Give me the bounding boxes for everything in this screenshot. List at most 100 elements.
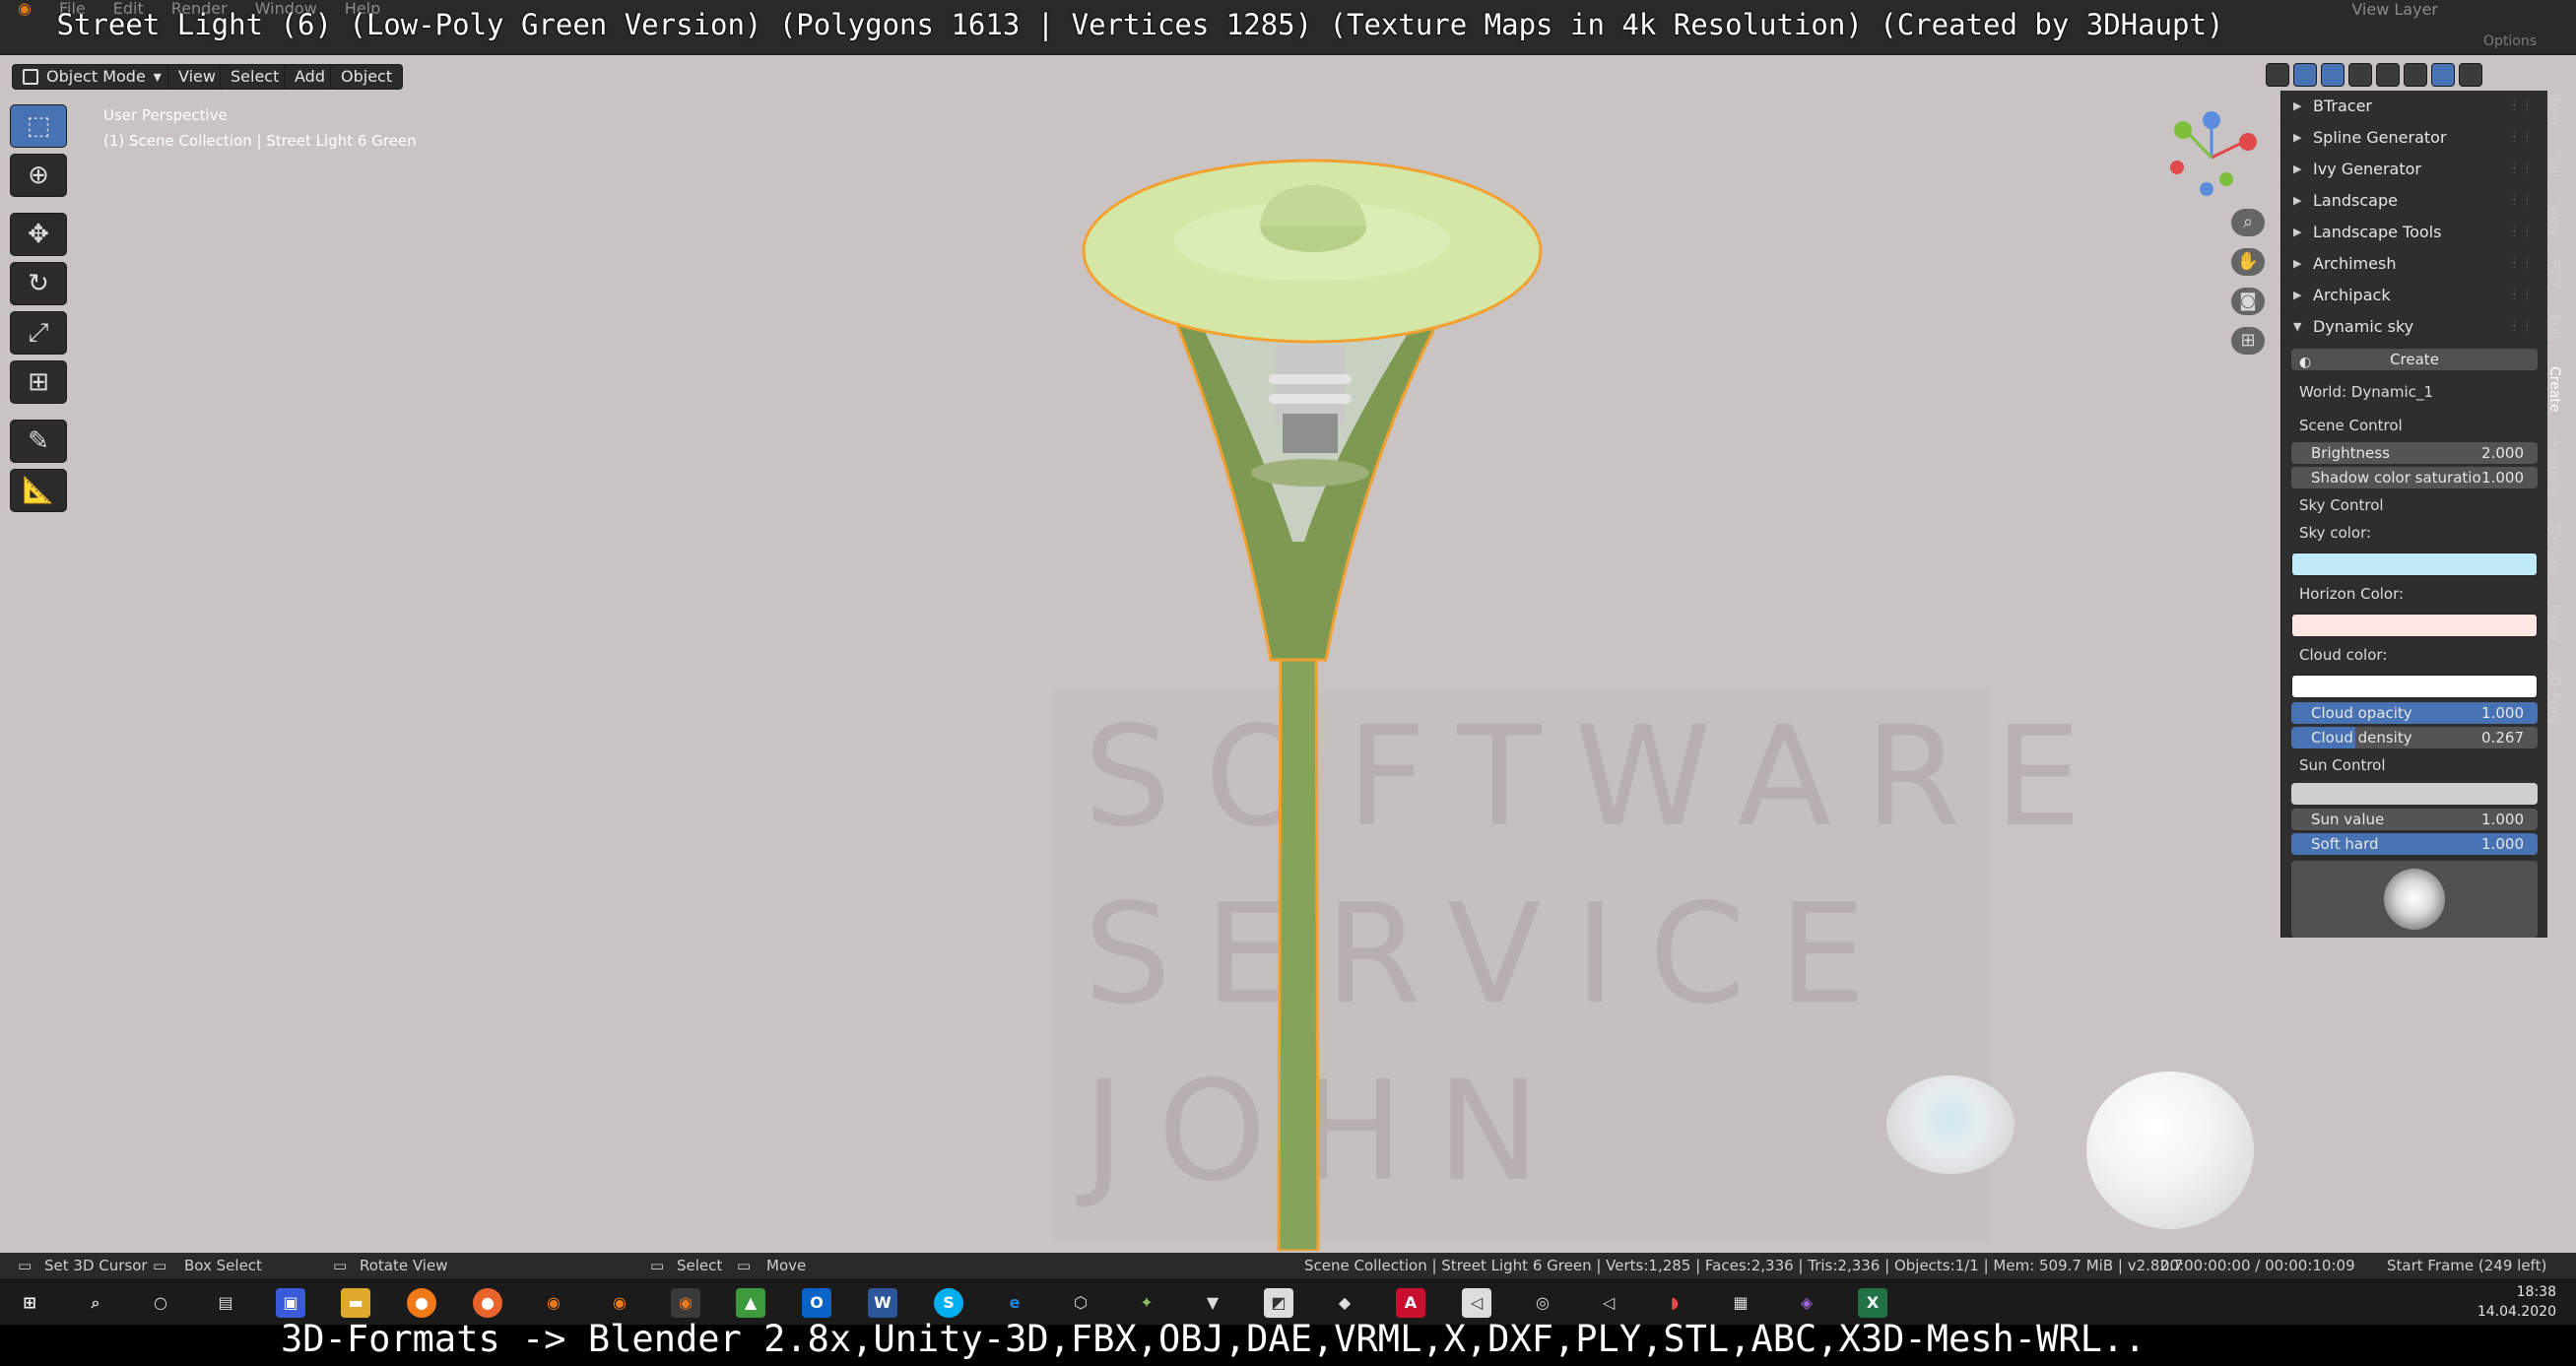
cortana-icon[interactable]: ○ [146,1288,175,1318]
options-dropdown[interactable]: Options [2483,33,2537,49]
wireframe-shading-icon[interactable] [2376,63,2400,87]
cloud-color-swatch[interactable] [2291,675,2538,698]
sun-color-bar[interactable] [2291,783,2538,805]
measure-tool-icon[interactable]: 📐 [10,469,67,512]
drag-handle-icon[interactable]: ⋮⋮ [2508,288,2534,302]
tab-edit[interactable]: Edit [2546,314,2562,341]
drag-handle-icon[interactable]: ⋮⋮ [2508,98,2534,113]
select-menu[interactable]: Select [220,64,291,90]
street-light-model[interactable] [1034,148,1586,1251]
overlay-toggle-icon[interactable] [2266,63,2289,87]
save-app-icon[interactable]: ▣ [276,1288,305,1318]
material-shading-icon[interactable] [2431,63,2455,87]
drag-handle-icon[interactable]: ⋮⋮ [2508,130,2534,145]
brightness-field[interactable]: Brightness 2.000 [2291,442,2538,464]
map-app-icon[interactable]: ◩ [1264,1288,1293,1318]
panel-archipack[interactable]: ▶ Archipack ⋮⋮ [2281,280,2547,311]
mouse-left-icon: ▭ [18,1257,33,1274]
visual-studio-icon[interactable]: ◁ [1594,1288,1623,1318]
navigation-gizmo[interactable] [2157,108,2266,207]
annotate-tool-icon[interactable]: ✎ [10,420,67,463]
edge-icon[interactable]: e [1000,1288,1029,1318]
sun-preview[interactable] [2291,861,2538,938]
image-app-icon[interactable]: ▲ [736,1288,765,1318]
cloud-opacity-slider[interactable]: Cloud opacity 1.000 [2291,702,2538,724]
panel-landscape[interactable]: ▶ Landscape ⋮⋮ [2281,185,2547,217]
blender-icon[interactable]: ◉ [539,1288,568,1318]
file-explorer-icon[interactable]: ▬ [341,1288,370,1318]
select-box-tool-icon[interactable]: ⬚ [10,104,67,148]
horizon-color-swatch[interactable] [2291,614,2538,637]
app-icon[interactable]: ✦ [1132,1288,1161,1318]
outlook-icon[interactable]: O [802,1288,831,1318]
skype-icon[interactable]: S [934,1288,963,1318]
tab-pdt[interactable]: PDT [2546,261,2562,289]
word-icon[interactable]: W [868,1288,897,1318]
object-mode-label: Object Mode [46,67,146,86]
panel-ivy-generator[interactable]: ▶ Ivy Generator ⋮⋮ [2281,154,2547,185]
task-view-icon[interactable]: ▤ [211,1288,240,1318]
view-menu[interactable]: View [167,64,227,90]
firefox-dev-icon[interactable]: ● [407,1288,436,1318]
cloud-density-slider[interactable]: Cloud density 0.267 [2291,727,2538,748]
panel-dynamic-sky[interactable]: ▼ Dynamic sky ⋮⋮ [2281,311,2547,343]
add-menu[interactable]: Add [284,64,336,90]
app-icon-2[interactable]: ◗ [1660,1288,1689,1318]
panel-landscape-tools[interactable]: ▶ Landscape Tools ⋮⋮ [2281,217,2547,248]
windows-start-icon[interactable]: ⊞ [15,1288,44,1318]
drag-handle-icon[interactable]: ⋮⋮ [2508,256,2534,271]
camera-icon[interactable]: ◙ [2231,288,2265,315]
zoom-icon[interactable]: ⌕ [2231,209,2265,236]
maps-icon[interactable]: ◈ [1792,1288,1821,1318]
drag-handle-icon[interactable]: ⋮⋮ [2508,225,2534,239]
tab-animate[interactable]: Animate [2546,438,2562,496]
gizmo-toggle-icon[interactable] [2293,63,2317,87]
tab-paper[interactable]: Paper [2546,604,2562,643]
system-clock[interactable]: 18:38 14.04.2020 [2477,1282,2556,1322]
tab-create[interactable]: Create [2546,366,2562,413]
excel-icon[interactable]: X [1858,1288,1887,1318]
blender-icon-2[interactable]: ◉ [605,1288,634,1318]
transform-tool-icon[interactable]: ⊞ [10,360,67,404]
panel-spline-generator[interactable]: ▶ Spline Generator ⋮⋮ [2281,122,2547,154]
cursor-tool-icon[interactable]: ⊕ [10,154,67,197]
panel-label: Archimesh [2313,254,2397,273]
drag-handle-icon[interactable]: ⋮⋮ [2508,319,2534,334]
grid-view-icon[interactable]: ⊞ [2231,327,2265,355]
create-button[interactable]: ◐ Create [2291,349,2538,370]
tab-tool[interactable]: Tool [2546,151,2562,177]
vectornator-icon[interactable]: ▼ [1198,1288,1227,1318]
rotate-tool-icon[interactable]: ↻ [10,262,67,305]
calculator-icon[interactable]: ▦ [1726,1288,1755,1318]
sky-color-swatch[interactable] [2291,553,2538,576]
xray-icon[interactable] [2348,63,2372,87]
scale-tool-icon[interactable]: ⤢ [10,311,67,355]
tab-view[interactable]: View [2546,203,2562,235]
object-mode-select[interactable]: Object Mode ▾ [12,64,172,90]
tab-3d-print[interactable]: 3D-Print [2546,668,2562,724]
drag-handle-icon[interactable]: ⋮⋮ [2508,193,2534,208]
solid-shading-icon[interactable] [2404,63,2427,87]
unity-icon[interactable]: ◆ [1330,1288,1359,1318]
overlays-icon[interactable] [2321,63,2345,87]
search-icon[interactable]: ⌕ [81,1288,110,1318]
tab-3d-coat[interactable]: 3D-Coat [2546,521,2562,577]
acrobat-icon[interactable]: A [1396,1288,1425,1318]
tab-item[interactable]: Item [2546,94,2562,125]
shadow-saturation-field[interactable]: Shadow color saturatio 1.000 [2291,467,2538,488]
obs-icon[interactable]: ◎ [1528,1288,1557,1318]
3d-viewer-icon[interactable]: ⬡ [1066,1288,1095,1318]
view-layer-label[interactable]: View Layer [2351,0,2438,19]
object-menu[interactable]: Object [330,64,404,90]
blender-active-icon[interactable]: ◉ [671,1288,700,1318]
firefox-icon[interactable]: ● [473,1288,502,1318]
panel-btracer[interactable]: ▶ BTracer ⋮⋮ [2281,91,2547,122]
drag-handle-icon[interactable]: ⋮⋮ [2508,162,2534,176]
panel-archimesh[interactable]: ▶ Archimesh ⋮⋮ [2281,248,2547,280]
move-tool-icon[interactable]: ✥ [10,213,67,256]
unity-hub-icon[interactable]: ◁ [1462,1288,1491,1318]
pan-hand-icon[interactable]: ✋ [2231,248,2265,276]
sun-value-field[interactable]: Sun value 1.000 [2291,809,2538,830]
rendered-shading-icon[interactable] [2459,63,2482,87]
soft-hard-slider[interactable]: Soft hard 1.000 [2291,833,2538,855]
